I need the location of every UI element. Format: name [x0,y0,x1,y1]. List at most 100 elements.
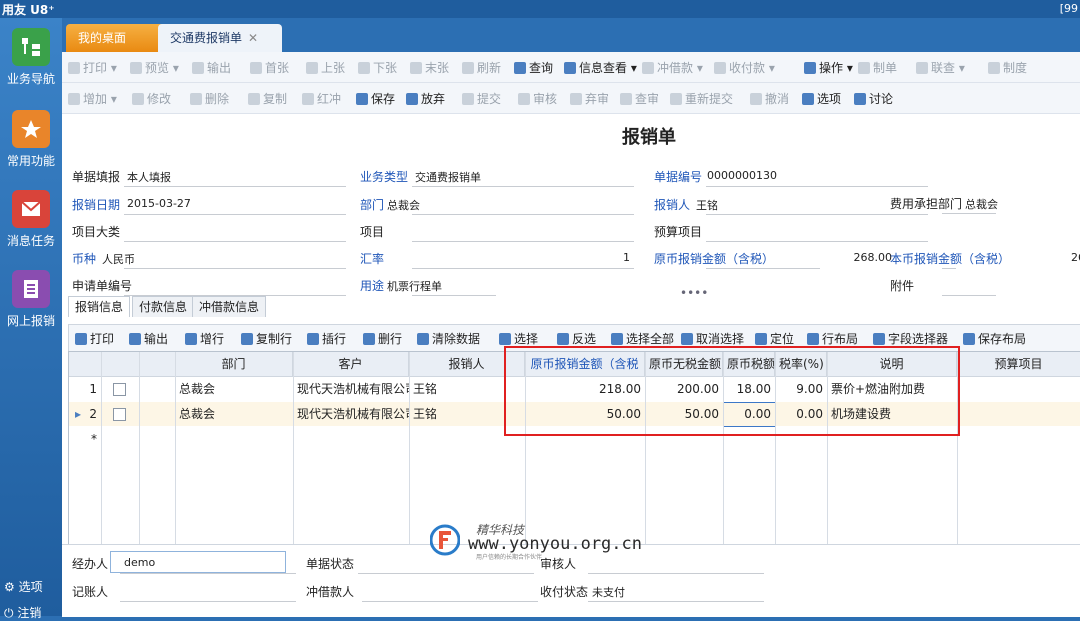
toolbar-button[interactable]: 选项 [802,90,841,107]
toolbar-button[interactable]: 弃审 [570,90,609,107]
column-header[interactable]: 部门 [175,352,293,376]
toolbar-button[interactable]: 下张 [358,59,397,76]
field-value[interactable]: 人民币 [102,251,135,267]
toolbar-button[interactable]: 查审 [620,90,659,107]
toolbar-icon [410,62,422,74]
close-icon[interactable]: ✕ [248,31,258,45]
toolbar-button[interactable]: 提交 [462,90,501,107]
watermark-tagline: 用户信赖的长期合作伙伴 [476,554,543,561]
nav-messages[interactable]: 消息任务 [0,190,62,249]
toolbar-button[interactable]: 打印 ▾ [68,59,117,76]
field-value[interactable]: 王铭 [696,197,718,213]
handler-input-box[interactable] [110,551,286,573]
toolbar-button[interactable]: 上张 [306,59,345,76]
toolbar-button[interactable]: 首张 [250,59,289,76]
grid-toolbar-icon [185,333,197,345]
tab-reimburse-info[interactable]: 报销信息 [68,296,131,317]
current-row-indicator: ▸ [75,407,82,421]
toolbar-button[interactable]: 红冲 [302,90,341,107]
grid-toolbar-button[interactable]: 复制行 [241,330,292,347]
toolbar-label: 下张 [373,61,398,75]
table-cell[interactable]: 现代天浩机械有限公司 [293,402,409,426]
toolbar-label: 查询 [529,61,554,75]
grid-toolbar-button[interactable]: 选择 [499,330,538,347]
toolbar-button[interactable]: 删除 [190,90,229,107]
field-value[interactable]: 本人填报 [127,169,171,185]
toolbar-button[interactable]: 保存 [356,90,395,107]
grid-toolbar-button[interactable]: 定位 [755,330,794,347]
column-header[interactable]: 预算项目 [957,352,1080,376]
toolbar-icon [514,62,526,74]
field-value[interactable]: 268 [1012,251,1080,264]
tab-traffic-expense[interactable]: 交通费报销单 ✕ [158,24,282,52]
grid-toolbar-label: 取消选择 [696,332,745,346]
nav-reimburse[interactable]: 网上报销 [0,270,62,329]
grid-toolbar-icon [417,333,429,345]
toolbar-button[interactable]: 制度 [988,59,1027,76]
toolbar-button[interactable]: 复制 [248,90,287,107]
toolbar-button[interactable]: 讨论 [854,90,893,107]
toolbar-button[interactable]: 修改 [132,90,171,107]
toolbar-icon [670,93,682,105]
field-value[interactable]: 0000000130 [707,169,777,182]
nav-logout[interactable]: ⏻ 注销 [4,604,41,621]
nav-common[interactable]: 常用功能 [0,110,62,169]
toolbar-button[interactable]: 输出 [192,59,231,76]
table-cell[interactable] [957,377,1080,401]
field-value[interactable]: 2015-03-27 [127,197,191,210]
toolbar-label: 复制 [263,92,288,106]
grid-toolbar-button[interactable]: 行布局 [807,330,858,347]
grid-toolbar-button[interactable]: 删行 [363,330,402,347]
table-cell[interactable]: 总裁会 [175,377,293,401]
nav-business[interactable]: 业务导航 [0,28,62,87]
toolbar-button[interactable]: 审核 [518,90,557,107]
grid-toolbar-button[interactable]: 保存布局 [963,330,1026,347]
toolbar-button[interactable]: 放弃 [406,90,445,107]
table-cell[interactable] [957,402,1080,426]
grid-toolbar-button[interactable]: 增行 [185,330,224,347]
grid-toolbar-button[interactable]: 清除数据 [417,330,480,347]
grid-toolbar-button[interactable]: 反选 [557,330,596,347]
toolbar-button[interactable]: 信息查看 ▾ [564,59,637,76]
column-header[interactable]: 客户 [293,352,409,376]
field-label: 部门 [360,198,385,212]
row-checkbox[interactable] [113,383,126,396]
toolbar-label: 选项 [817,92,842,106]
row-checkbox[interactable] [113,408,126,421]
grid-toolbar-button[interactable]: 取消选择 [681,330,744,347]
toolbar-label: 红冲 [317,92,342,106]
nav-options[interactable]: ⚙ 选项 [4,578,43,595]
tab-payment-info[interactable]: 付款信息 [132,296,195,317]
field-value[interactable]: 总裁会 [387,197,420,213]
toolbar-button[interactable]: 撤消 [750,90,789,107]
grid-toolbar-button[interactable]: 输出 [129,330,168,347]
table-cell[interactable]: 现代天浩机械有限公司 [293,377,409,401]
grid-toolbar-button[interactable]: 插行 [307,330,346,347]
toolbar-button[interactable]: 查询 [514,59,553,76]
toolbar-button[interactable]: 制单 [858,59,897,76]
field-value[interactable]: 总裁会 [965,196,998,212]
toolbar-button[interactable]: 增加 ▾ [68,90,117,107]
toolbar-button[interactable]: 联查 ▾ [916,59,965,76]
toolbar-label: 弃审 [585,92,610,106]
grid-toolbar-button[interactable]: 打印 [75,330,114,347]
toolbar-button[interactable]: 冲借款 ▾ [642,59,703,76]
field-value[interactable]: 交通费报销单 [415,169,481,185]
new-row-marker: * [91,432,97,446]
tab-desktop[interactable]: 我的桌面 [66,24,168,52]
toolbar-button[interactable]: 操作 ▾ [804,59,853,76]
field-value[interactable]: 1 [550,251,630,264]
grid-toolbar-label: 保存布局 [978,332,1027,346]
grid-toolbar-button[interactable]: 选择全部 [611,330,674,347]
field-value[interactable]: 机票行程单 [387,278,442,294]
toolbar-button[interactable]: 末张 [410,59,449,76]
tab-offset-loan-info[interactable]: 冲借款信息 [192,296,267,317]
field-value[interactable]: 268.00 [812,251,893,264]
table-cell[interactable]: 总裁会 [175,402,293,426]
toolbar-button[interactable]: 重新提交 [670,90,733,107]
toolbar-label: 预览 ▾ [145,61,179,75]
toolbar-button[interactable]: 收付款 ▾ [714,59,775,76]
toolbar-button[interactable]: 刷新 [462,59,501,76]
grid-toolbar-button[interactable]: 字段选择器 [873,330,948,347]
toolbar-button[interactable]: 预览 ▾ [130,59,179,76]
